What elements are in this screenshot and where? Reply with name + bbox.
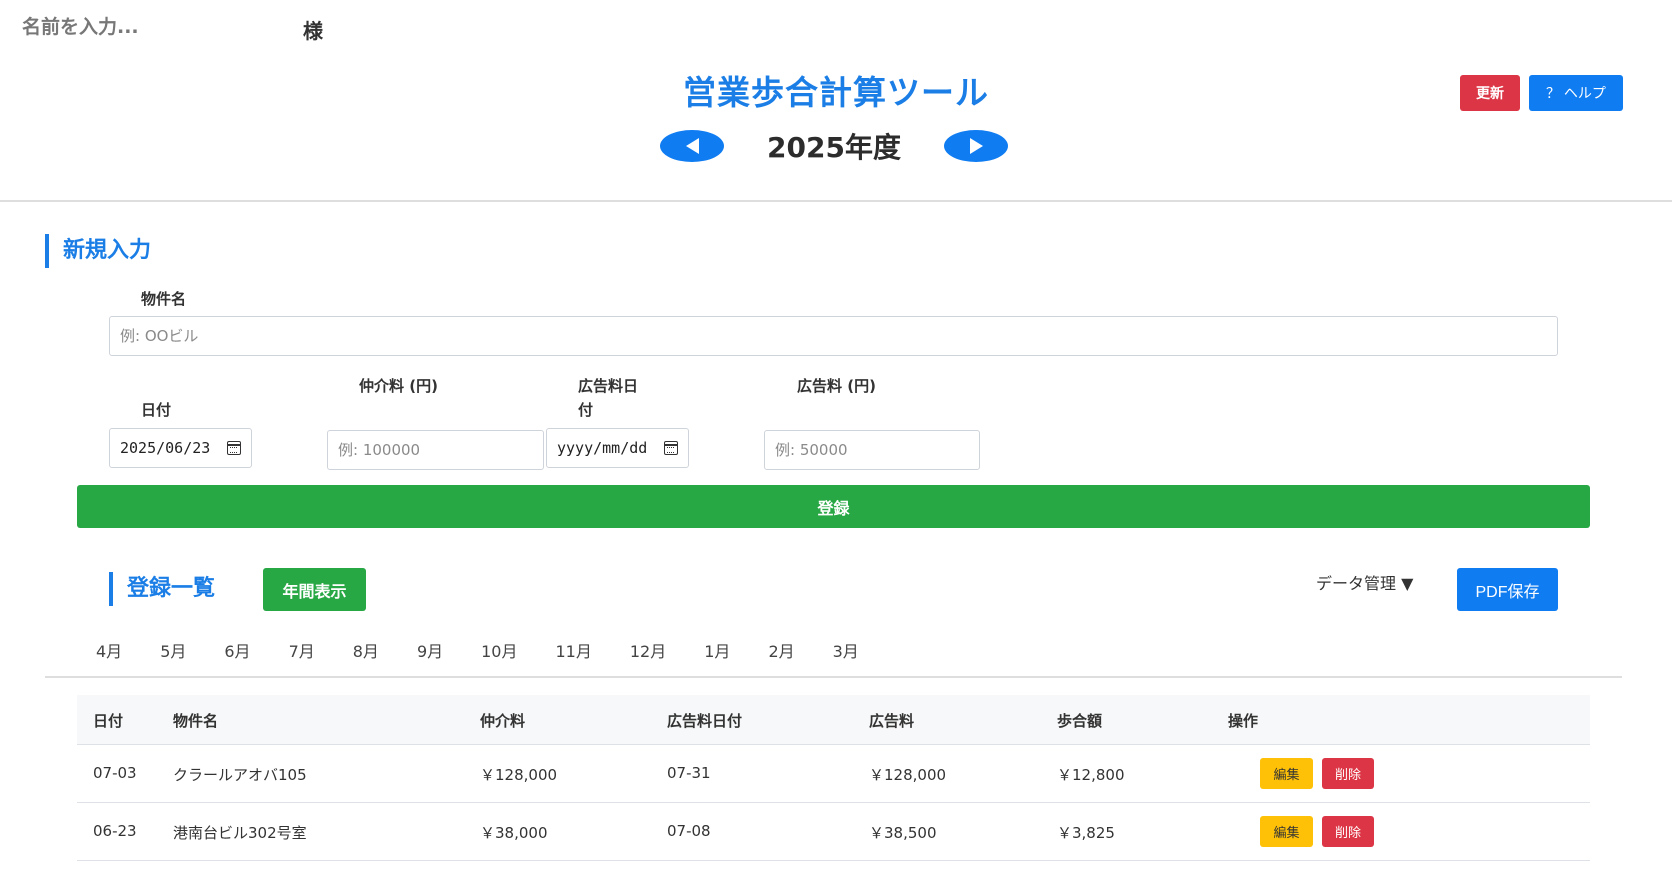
- col-property: 物件名: [173, 712, 219, 730]
- cell-date: 06-23: [93, 822, 137, 840]
- delete-button[interactable]: 削除: [1322, 758, 1374, 789]
- year-navigator: 2025年度: [660, 124, 1008, 168]
- tab-month[interactable]: 9月: [417, 638, 443, 668]
- cell-property: 港南台ビル302号室: [173, 824, 307, 842]
- col-commission: 歩合額: [1057, 712, 1103, 730]
- tab-month[interactable]: 7月: [289, 638, 315, 668]
- calendar-icon[interactable]: [664, 441, 678, 455]
- triangle-left-icon: [685, 138, 699, 154]
- col-fee: 仲介料: [480, 712, 526, 730]
- tab-month[interactable]: 4月: [96, 638, 122, 668]
- cell-ad-date: 07-08: [667, 822, 711, 840]
- fee-label: 仲介料 (円): [359, 377, 438, 395]
- table-header: 日付 物件名 仲介料 広告料日付 広告料 歩合額 操作: [77, 695, 1590, 745]
- property-input[interactable]: [109, 316, 1558, 356]
- tab-month[interactable]: 3月: [833, 638, 859, 668]
- prev-year-button[interactable]: [660, 130, 724, 162]
- col-ad-date: 広告料日付: [667, 712, 743, 730]
- tab-month[interactable]: 5月: [160, 638, 186, 668]
- col-ad-fee: 広告料: [869, 712, 915, 730]
- edit-button[interactable]: 編集: [1260, 816, 1313, 847]
- cell-commission: ￥12,800: [1057, 766, 1125, 784]
- ad-date-label: 広告料日付: [578, 377, 639, 419]
- next-year-button[interactable]: [944, 130, 1008, 162]
- entries-table: 日付 物件名 仲介料 広告料日付 広告料 歩合額 操作 07-03 クラールアオ…: [77, 695, 1590, 861]
- help-button[interactable]: ？ ヘルプ: [1529, 75, 1623, 111]
- name-input[interactable]: [22, 12, 302, 42]
- cell-ad-fee: ￥128,000: [869, 766, 947, 784]
- date-value: 2025/06/23: [120, 439, 211, 457]
- tab-month[interactable]: 11月: [556, 638, 592, 668]
- cell-commission: ￥3,825: [1057, 824, 1115, 842]
- annual-view-button[interactable]: 年間表示: [263, 568, 366, 611]
- date-label: 日付: [141, 401, 172, 419]
- register-button[interactable]: 登録: [77, 485, 1590, 528]
- delete-button[interactable]: 削除: [1322, 816, 1374, 847]
- ad-date-input[interactable]: yyyy/mm/dd: [546, 428, 689, 468]
- row-actions: 編集 削除: [1260, 758, 1374, 789]
- new-entry-title: 新規入力: [45, 234, 151, 268]
- fee-input[interactable]: [327, 430, 544, 470]
- edit-button[interactable]: 編集: [1260, 758, 1313, 789]
- honorific-label: 様: [303, 19, 323, 43]
- month-tabs: 4月 5月 6月 7月 8月 9月 10月 11月 12月 1月 2月 3月: [77, 638, 897, 668]
- pdf-save-button[interactable]: PDF保存: [1457, 568, 1558, 611]
- refresh-button[interactable]: 更新: [1460, 75, 1520, 111]
- cell-date: 07-03: [93, 764, 137, 782]
- tab-month[interactable]: 6月: [224, 638, 250, 668]
- table-row: 06-23 港南台ビル302号室 ￥38,000 07-08 ￥38,500 ￥…: [77, 803, 1590, 861]
- col-date: 日付: [93, 712, 124, 730]
- ad-fee-label: 広告料 (円): [797, 377, 876, 395]
- row-actions: 編集 削除: [1260, 816, 1374, 847]
- registered-list-title: 登録一覧: [109, 572, 215, 606]
- ad-date-value: yyyy/mm/dd: [557, 439, 648, 457]
- app-title: 営業歩合計算ツール: [683, 73, 989, 112]
- tab-month[interactable]: 8月: [353, 638, 379, 668]
- table-row: 07-03 クラールアオバ105 ￥128,000 07-31 ￥128,000…: [77, 745, 1590, 803]
- tab-month[interactable]: 2月: [768, 638, 794, 668]
- fiscal-year-label: 2025年度: [767, 131, 901, 164]
- cell-fee: ￥128,000: [480, 766, 558, 784]
- cell-ad-date: 07-31: [667, 764, 711, 782]
- cell-property: クラールアオバ105: [173, 766, 307, 784]
- header-divider: [0, 200, 1672, 202]
- tab-month[interactable]: 1月: [704, 638, 730, 668]
- col-ops: 操作: [1228, 712, 1259, 730]
- cell-ad-fee: ￥38,500: [869, 824, 937, 842]
- calendar-icon[interactable]: [227, 441, 241, 455]
- date-input[interactable]: 2025/06/23: [109, 428, 252, 468]
- data-management-dropdown[interactable]: データ管理 ▼: [1316, 570, 1413, 594]
- ad-fee-input[interactable]: [764, 430, 980, 470]
- triangle-right-icon: [969, 138, 983, 154]
- tabs-divider: [45, 676, 1622, 678]
- cell-fee: ￥38,000: [480, 824, 548, 842]
- tab-month[interactable]: 12月: [630, 638, 666, 668]
- tab-month[interactable]: 10月: [481, 638, 517, 668]
- property-label: 物件名: [141, 290, 187, 308]
